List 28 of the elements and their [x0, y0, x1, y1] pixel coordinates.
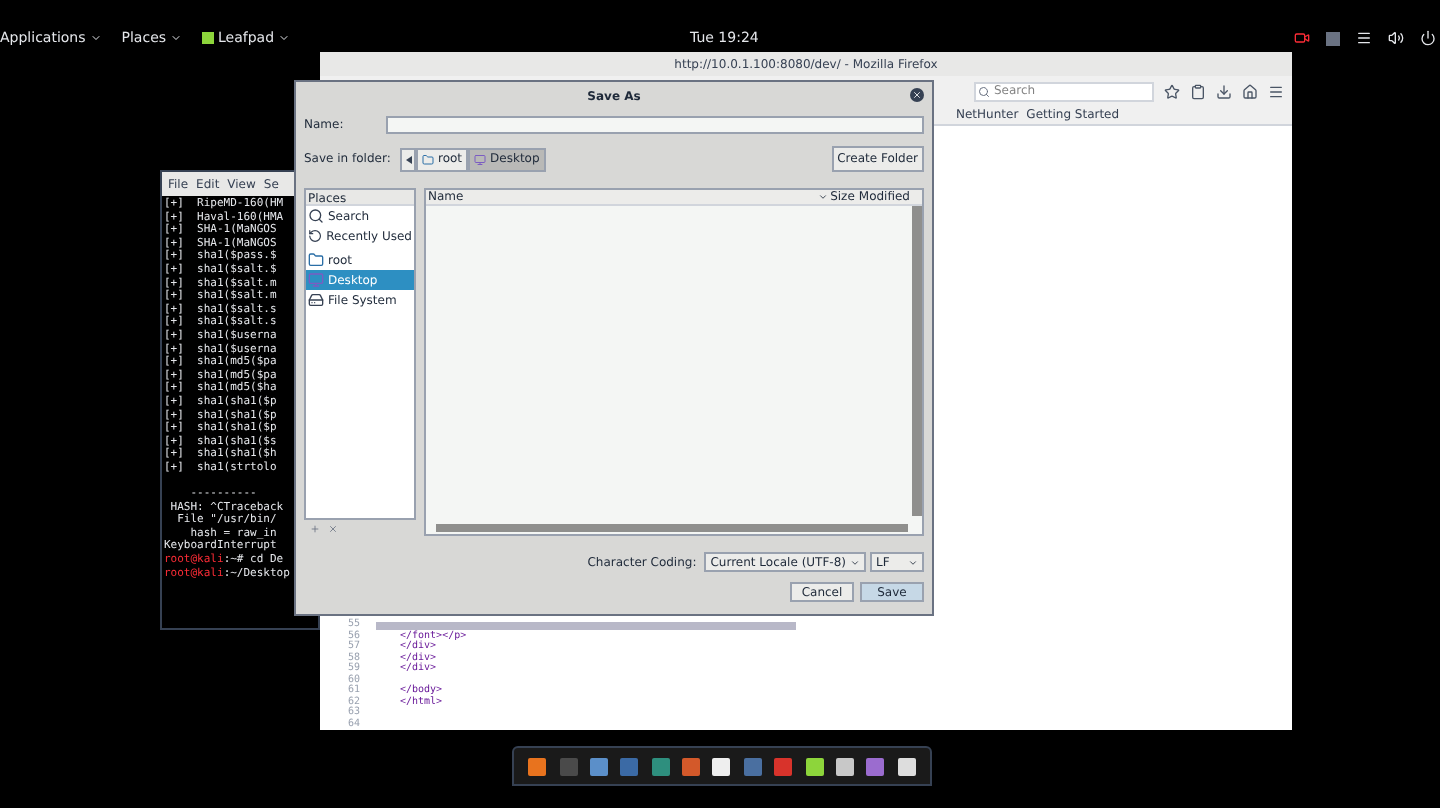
menu-icon[interactable]	[1268, 83, 1284, 99]
drive-icon	[308, 292, 324, 308]
search-icon	[308, 208, 324, 224]
volume-icon	[1388, 30, 1404, 46]
folder-icon	[308, 252, 324, 268]
vertical-scrollbar[interactable]	[912, 206, 922, 516]
caret-icon	[908, 557, 918, 567]
desktop-icon	[308, 272, 324, 288]
search-icon	[978, 85, 990, 97]
caret-icon	[850, 557, 860, 567]
close-button[interactable]	[910, 88, 924, 102]
caret-icon	[89, 32, 102, 44]
clipboard-icon[interactable]	[1190, 83, 1206, 99]
sort-icon	[818, 192, 829, 202]
name-input-field[interactable]	[386, 116, 924, 134]
folder-icon	[422, 153, 434, 165]
download-icon[interactable]	[1216, 83, 1232, 99]
app-icon	[202, 32, 215, 44]
caret-icon	[170, 32, 183, 44]
horizontal-scrollbar[interactable]	[436, 524, 908, 532]
camera-icon	[1294, 30, 1310, 46]
star-icon[interactable]	[1164, 83, 1180, 99]
power-icon	[1420, 30, 1436, 46]
caret-icon	[278, 32, 291, 44]
back-button[interactable]	[400, 147, 416, 171]
history-icon	[308, 228, 323, 244]
desktop-icon	[474, 153, 487, 165]
home-icon[interactable]	[1242, 83, 1258, 99]
